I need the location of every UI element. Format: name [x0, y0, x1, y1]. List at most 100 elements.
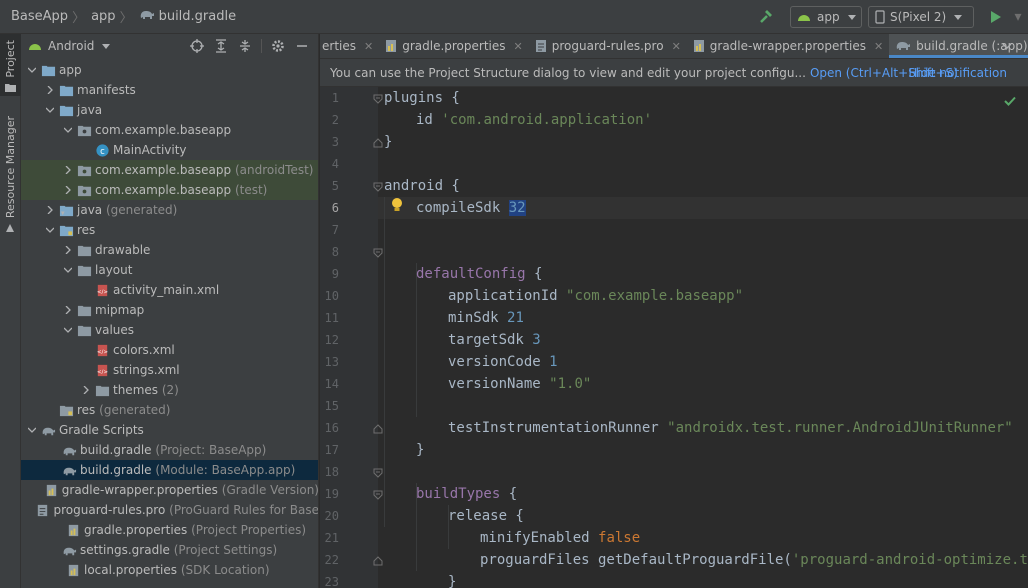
- svg-text:</>: </>: [96, 369, 108, 375]
- code-text: targetSdk: [448, 332, 533, 348]
- tree-item-res[interactable]: res: [21, 220, 318, 240]
- tree-item-settings-gradle[interactable]: settings.gradle (Project Settings): [21, 540, 318, 560]
- chevron-right-icon[interactable]: [60, 240, 76, 260]
- tree-item-java-generated[interactable]: java (generated): [21, 200, 318, 220]
- minimize-icon[interactable]: [290, 36, 314, 56]
- navigation-bar: BaseApp 〉 app 〉 build.gradle app S(Pixel…: [0, 0, 1028, 34]
- chevron-right-icon[interactable]: [60, 300, 76, 320]
- chevron-right-icon[interactable]: [60, 160, 76, 180]
- tab-list-chevron-down-icon[interactable]: [1002, 40, 1012, 52]
- tree-item-package-test[interactable]: com.example.baseapp (test): [21, 180, 318, 200]
- chevron-right-icon[interactable]: [42, 80, 58, 100]
- device-dropdown[interactable]: S(Pixel 2): [868, 6, 974, 28]
- tree-item-local-properties[interactable]: local.properties (SDK Location): [21, 560, 318, 580]
- tab-proguard-rules[interactable]: proguard-rules.pro ✕: [529, 34, 687, 58]
- breadcrumb-project[interactable]: BaseApp 〉: [0, 0, 85, 34]
- code-line: buildTypes {: [416, 483, 517, 505]
- fold-marker-icon[interactable]: [373, 93, 383, 104]
- chevron-down-icon[interactable]: [42, 100, 58, 120]
- gradle-elephant-icon: [61, 442, 77, 458]
- properties-file-icon: [44, 482, 59, 498]
- more-toolbar-icon[interactable]: ▾: [1008, 5, 1028, 29]
- run-button[interactable]: [984, 5, 1008, 29]
- tree-item-label: local.properties: [84, 563, 178, 577]
- folder-icon: [58, 82, 74, 98]
- tree-item-layout[interactable]: layout: [21, 260, 318, 280]
- tree-item-app[interactable]: app: [21, 60, 318, 80]
- gear-icon[interactable]: [266, 36, 290, 56]
- fold-end-icon[interactable]: [373, 137, 383, 148]
- tree-item-package[interactable]: com.example.baseapp: [21, 120, 318, 140]
- tree-item-themes[interactable]: themes (2): [21, 380, 318, 400]
- code-line: defaultConfig {: [416, 263, 542, 285]
- fold-marker-icon[interactable]: [373, 247, 383, 258]
- fold-marker-icon[interactable]: [373, 467, 383, 478]
- tree-item-gradle-wrapper-properties[interactable]: gradle-wrapper.properties (Gradle Versio…: [21, 480, 318, 500]
- lightbulb-icon[interactable]: [390, 197, 404, 216]
- code-line: release {: [448, 505, 524, 527]
- chevron-down-icon[interactable]: [24, 420, 40, 440]
- chevron-right-icon[interactable]: [78, 380, 94, 400]
- chevron-right-icon[interactable]: [42, 200, 58, 220]
- tree-item-label: com.example.baseapp: [95, 163, 232, 177]
- run-configuration-dropdown[interactable]: app: [790, 6, 862, 28]
- tree-item-label: strings.xml: [113, 363, 180, 377]
- resource-manager-tool-window-button[interactable]: Resource Manager: [0, 114, 21, 234]
- fold-marker-icon[interactable]: [373, 489, 383, 500]
- tree-item-gradle-properties[interactable]: gradle.properties (Project Properties): [21, 520, 318, 540]
- tree-item-res-generated[interactable]: res (generated): [21, 400, 318, 420]
- project-view-dropdown[interactable]: Android: [21, 39, 111, 53]
- tree-item-colors-xml[interactable]: </> colors.xml: [21, 340, 318, 360]
- code-string: "androidx.test.runner.AndroidJUnitRunner…: [667, 420, 1013, 436]
- code-line: }: [416, 439, 424, 461]
- tree-item-package-androidtest[interactable]: com.example.baseapp (androidTest): [21, 160, 318, 180]
- tree-item-drawable[interactable]: drawable: [21, 240, 318, 260]
- tree-item-build-gradle-project[interactable]: build.gradle (Project: BaseApp): [21, 440, 318, 460]
- close-icon[interactable]: ✕: [514, 40, 523, 53]
- hide-notification-link[interactable]: Hide notification: [908, 66, 1007, 80]
- expand-all-icon[interactable]: [209, 36, 233, 56]
- folder-icon: [76, 322, 92, 338]
- breadcrumb-file[interactable]: build.gradle: [133, 0, 236, 34]
- line-number: 16: [324, 421, 339, 435]
- tree-item-mainactivity[interactable]: c MainActivity: [21, 140, 318, 160]
- tree-item-proguard-rules[interactable]: proguard-rules.pro (ProGuard Rules for B…: [21, 500, 318, 520]
- code-text: android {: [384, 178, 460, 194]
- notification-bar: You can use the Project Structure dialog…: [320, 59, 1028, 87]
- line-number: 11: [324, 311, 339, 325]
- tree-item-values[interactable]: values: [21, 320, 318, 340]
- module-folder-icon: [40, 62, 56, 78]
- tab-gradle-properties[interactable]: gradle.properties ✕: [379, 34, 529, 58]
- tab-properties-truncated[interactable]: erties ✕: [320, 34, 379, 58]
- tree-item-java[interactable]: java: [21, 100, 318, 120]
- fold-end-icon[interactable]: [373, 423, 383, 434]
- chevron-down-icon[interactable]: [60, 320, 76, 340]
- tree-item-activity-main-xml[interactable]: </> activity_main.xml: [21, 280, 318, 300]
- locate-file-icon[interactable]: [185, 36, 209, 56]
- breadcrumb-module[interactable]: app 〉: [85, 0, 133, 34]
- close-icon[interactable]: ✕: [364, 40, 373, 53]
- tree-item-gradle-scripts[interactable]: Gradle Scripts: [21, 420, 318, 440]
- code-keyword: false: [598, 530, 641, 546]
- fold-end-icon[interactable]: [373, 555, 383, 566]
- chevron-down-icon[interactable]: [42, 220, 58, 240]
- chevron-down-icon[interactable]: [24, 60, 40, 80]
- tree-item-manifests[interactable]: manifests: [21, 80, 318, 100]
- fold-marker-icon[interactable]: [373, 181, 383, 192]
- tree-item-build-gradle-module[interactable]: build.gradle (Module: BaseApp.app): [21, 460, 318, 480]
- close-icon[interactable]: ✕: [874, 40, 883, 53]
- line-number: 1: [331, 91, 339, 105]
- checkmark-icon: [1004, 95, 1016, 109]
- tree-item-strings-xml[interactable]: </> strings.xml: [21, 360, 318, 380]
- collapse-all-icon[interactable]: [233, 36, 257, 56]
- project-tool-window-button[interactable]: Project: [0, 34, 21, 96]
- close-icon[interactable]: ✕: [672, 40, 681, 53]
- chevron-down-icon[interactable]: [60, 120, 76, 140]
- chevron-down-icon: [847, 14, 856, 20]
- tab-gradle-wrapper-properties[interactable]: gradle-wrapper.properties ✕: [687, 34, 889, 58]
- chevron-right-icon[interactable]: [60, 180, 76, 200]
- chevron-down-icon[interactable]: [60, 260, 76, 280]
- code-editor[interactable]: 1 2 3 4 5 6 7 8 9 10 11 12 13 14 15 16 1…: [320, 87, 1028, 588]
- tree-item-mipmap[interactable]: mipmap: [21, 300, 318, 320]
- make-project-hammer-icon[interactable]: [756, 7, 776, 27]
